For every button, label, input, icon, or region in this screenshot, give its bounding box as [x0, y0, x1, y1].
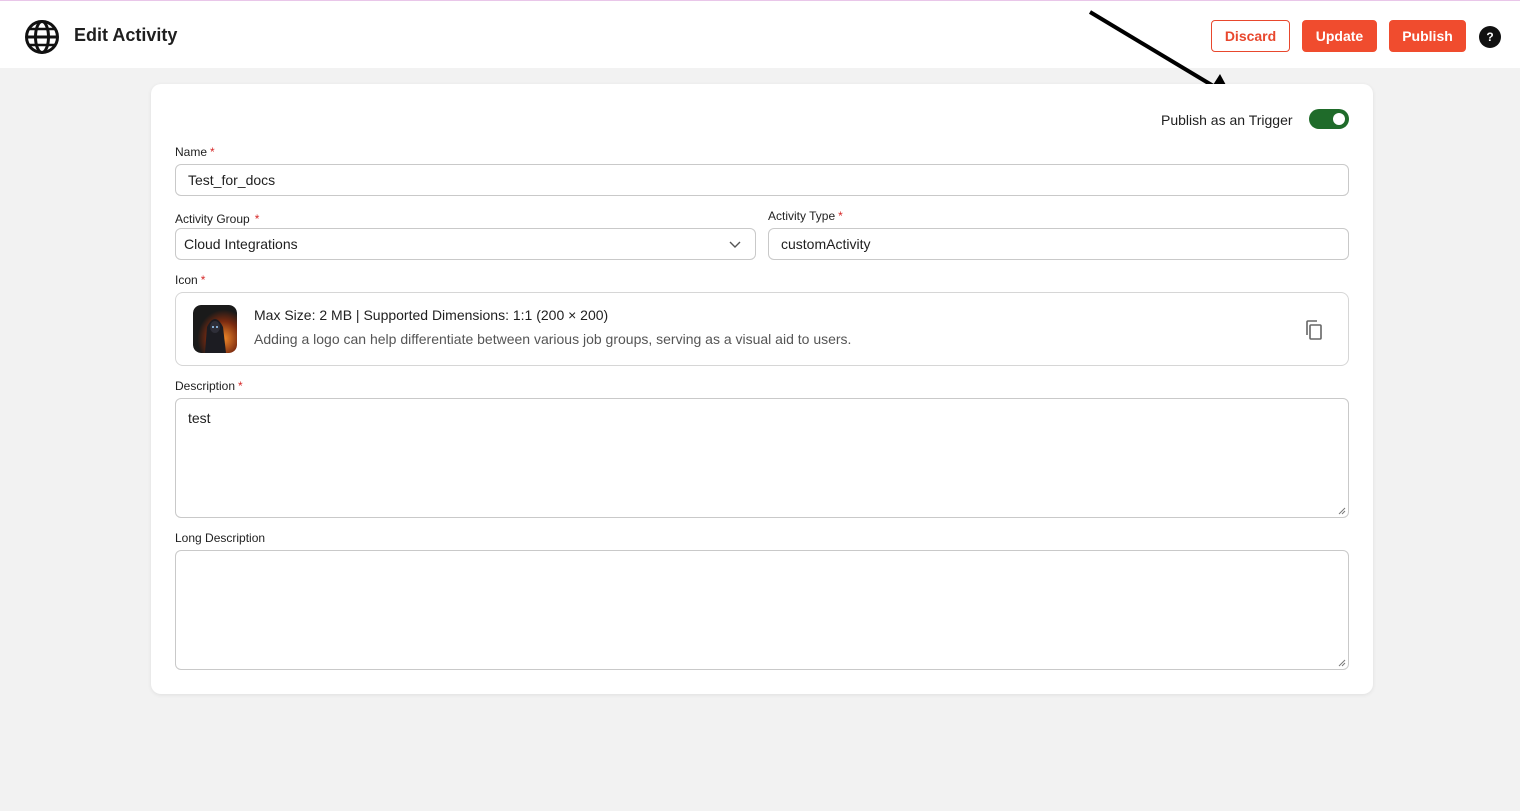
description-label: Description *	[175, 379, 243, 393]
globe-icon	[25, 20, 59, 54]
activity-type-input[interactable]: customActivity	[768, 228, 1349, 260]
toggle-knob	[1333, 113, 1345, 125]
activity-group-label-text: Activity Group	[175, 212, 250, 226]
update-button[interactable]: Update	[1302, 20, 1377, 52]
name-label: Name *	[175, 145, 215, 159]
icon-label: Icon *	[175, 273, 205, 287]
name-input[interactable]: Test_for_docs	[175, 164, 1349, 196]
help-icon[interactable]: ?	[1479, 26, 1501, 48]
required-marker: *	[838, 209, 843, 223]
page-title: Edit Activity	[74, 25, 178, 45]
icon-help-text: Adding a logo can help differentiate bet…	[254, 331, 852, 347]
resize-handle-icon[interactable]	[1338, 659, 1346, 667]
icon-upload-box[interactable]: Max Size: 2 MB | Supported Dimensions: 1…	[175, 292, 1349, 366]
icon-label-text: Icon	[175, 273, 198, 287]
description-label-text: Description	[175, 379, 236, 393]
required-marker: *	[210, 145, 215, 159]
long-description-textarea[interactable]	[175, 550, 1349, 670]
resize-handle-icon[interactable]	[1338, 507, 1346, 515]
required-marker: *	[200, 273, 206, 287]
activity-type-label-text: Activity Type	[768, 209, 836, 223]
activity-type-label: Activity Type *	[768, 209, 843, 223]
required-marker: *	[254, 212, 260, 226]
copy-icon[interactable]	[1304, 319, 1324, 341]
publish-button[interactable]: Publish	[1389, 20, 1466, 52]
description-value: test	[188, 410, 211, 426]
name-label-text: Name	[175, 145, 208, 159]
trigger-toggle-label: Publish as an Trigger	[1161, 112, 1293, 128]
header-bar: Edit Activity Discard Update Publish ?	[0, 4, 1520, 68]
chevron-down-icon	[729, 241, 741, 248]
long-description-label: Long Description	[175, 531, 266, 545]
icon-max-size-text: Max Size: 2 MB | Supported Dimensions: 1…	[254, 307, 609, 323]
activity-group-value: Cloud Integrations	[184, 236, 298, 252]
activity-group-label: Activity Group *	[175, 212, 259, 226]
description-textarea[interactable]: test	[175, 398, 1349, 518]
activity-icon-image	[193, 305, 237, 353]
publish-trigger-toggle[interactable]	[1309, 109, 1349, 129]
activity-group-select[interactable]: Cloud Integrations	[175, 228, 756, 260]
required-marker: *	[238, 379, 243, 393]
